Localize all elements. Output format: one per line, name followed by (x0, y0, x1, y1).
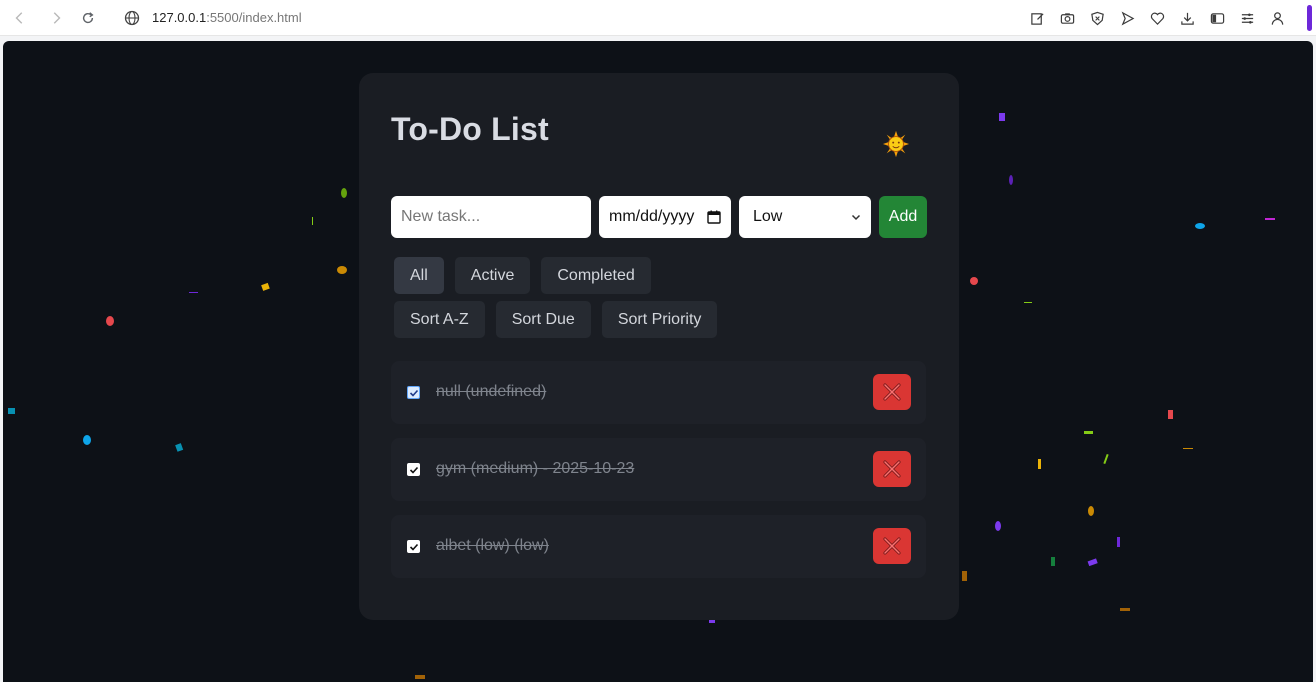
priority-select[interactable]: Low (739, 196, 871, 238)
download-icon[interactable] (1172, 4, 1202, 32)
filter-all-button[interactable]: All (394, 257, 444, 294)
sort-due-button[interactable]: Sort Due (495, 301, 591, 338)
close-icon (883, 460, 901, 478)
page-title: To-Do List (391, 111, 549, 147)
task-checkbox[interactable] (407, 386, 420, 399)
chevron-down-icon (851, 214, 861, 221)
edit-icon[interactable] (1022, 4, 1052, 32)
delete-task-button[interactable] (873, 528, 911, 564)
sort-az-button[interactable]: Sort A-Z (394, 301, 485, 338)
calendar-icon[interactable] (707, 210, 721, 224)
delete-task-button[interactable] (873, 451, 911, 487)
url-text: 127.0.0.1:5500/index.html (152, 10, 302, 25)
sun-icon (882, 130, 910, 158)
globe-icon (124, 10, 140, 25)
filter-completed-button[interactable]: Completed (541, 257, 651, 294)
close-icon (883, 383, 901, 401)
address-bar[interactable]: 127.0.0.1:5500/index.html (124, 4, 302, 32)
delete-task-button[interactable] (873, 374, 911, 410)
reload-icon (82, 11, 94, 23)
browser-sidebar-accent (1307, 5, 1312, 31)
priority-selected-value: Low (753, 208, 783, 225)
page-viewport: To-Do List New task... mm/dd/yyyy Low Ad… (3, 41, 1313, 682)
filter-buttons: All Active Completed (394, 257, 651, 294)
close-icon (883, 537, 901, 555)
back-button[interactable] (6, 4, 34, 32)
checkmark-icon (409, 543, 418, 551)
task-input[interactable] (391, 196, 591, 238)
sort-buttons: Sort A-Z Sort Due Sort Priority (394, 301, 718, 338)
url-host: 127.0.0.1 (152, 10, 207, 25)
task-label: albet (low) (low) (436, 537, 549, 554)
shield-icon[interactable] (1082, 4, 1112, 32)
forward-button[interactable] (42, 4, 70, 32)
heart-icon[interactable] (1142, 4, 1172, 32)
sidebar-icon[interactable] (1202, 4, 1232, 32)
task-item: gym (medium) - 2025-10-23 (391, 438, 926, 501)
task-checkbox[interactable] (407, 540, 420, 553)
profile-icon[interactable] (1262, 4, 1292, 32)
add-task-button[interactable]: Add (879, 196, 927, 238)
browser-toolbar: 127.0.0.1:5500/index.html (0, 0, 1316, 36)
task-label: gym (medium) - 2025-10-23 (436, 460, 635, 477)
checkmark-icon (409, 466, 418, 474)
todo-card: To-Do List New task... mm/dd/yyyy Low Ad… (359, 73, 959, 620)
browser-actions (1022, 4, 1306, 32)
due-date-input[interactable]: mm/dd/yyyy (599, 196, 731, 238)
task-item: albet (low) (low) (391, 515, 926, 578)
menu-lines-icon[interactable] (1232, 4, 1262, 32)
theme-toggle-button[interactable] (881, 129, 911, 159)
sort-priority-button[interactable]: Sort Priority (601, 301, 718, 338)
camera-icon[interactable] (1052, 4, 1082, 32)
chevron-left-icon (15, 11, 23, 24)
chevron-right-icon (53, 11, 61, 24)
new-task-form: mm/dd/yyyy Low Add (391, 196, 927, 238)
filter-active-button[interactable]: Active (454, 257, 531, 294)
play-icon[interactable] (1112, 4, 1142, 32)
task-item: null (undefined) (391, 361, 926, 424)
date-placeholder: mm/dd/yyyy (609, 208, 695, 225)
task-checkbox[interactable] (407, 463, 420, 476)
task-label: null (undefined) (436, 383, 547, 400)
reload-button[interactable] (74, 4, 102, 32)
url-path: :5500/index.html (206, 10, 302, 25)
checkmark-icon (409, 389, 418, 397)
